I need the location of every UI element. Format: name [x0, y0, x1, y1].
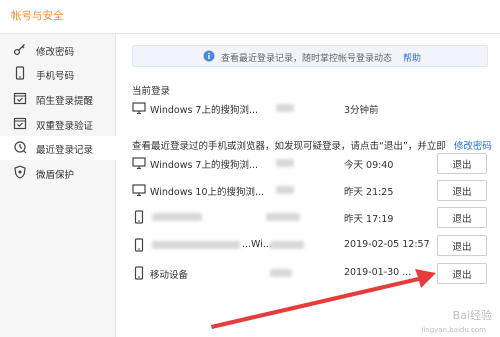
shield-icon — [14, 165, 26, 179]
notice-text: 查看最近登录记录，随时掌控帐号登录动态 — [221, 54, 393, 64]
info-icon — [203, 50, 215, 62]
sidebar-item-recent-logins[interactable]: 最近登录记录 — [0, 136, 116, 160]
login-time: 2019-02-05 12:57 — [344, 239, 430, 250]
sidebar-item-label: 陌生登录提醒 — [36, 96, 94, 107]
table-row: 昨天 17:19 退出 — [130, 207, 490, 229]
history-icon — [14, 141, 27, 154]
logout-button[interactable]: 退出 — [437, 153, 487, 174]
device-name: ...Wi... — [242, 239, 272, 250]
sidebar-item-login-alert[interactable]: 陌生登录提醒 — [0, 87, 116, 111]
table-row: Windows 10上的搜狗浏... 昨天 21:25 退出 — [130, 180, 490, 202]
sidebar-item-phone[interactable]: 手机号码 — [0, 62, 116, 86]
sidebar-item-label: 双重登录验证 — [36, 121, 94, 132]
redacted-location — [276, 159, 294, 167]
device-name: Windows 10上的搜狗浏... — [150, 187, 265, 198]
logout-button[interactable]: 退出 — [437, 235, 487, 256]
sidebar: 修改密码 手机号码 陌生登录提醒 双重登录验证 最近登录记录 微盾保护 — [0, 34, 116, 337]
mobile-icon — [134, 266, 144, 280]
info-notice: 查看最近登录记录，随时掌控帐号登录动态 帮助 — [132, 45, 488, 67]
history-heading-text: 查看最近登录过的手机或浏览器，如发现可疑登录，请点击“退出”，并立即 — [132, 141, 446, 152]
sidebar-item-two-factor[interactable]: 双重登录验证 — [0, 112, 116, 136]
redacted-device-name — [152, 213, 202, 221]
login-time: 今天 09:40 — [344, 160, 394, 171]
monitor-icon — [132, 102, 146, 115]
help-link[interactable]: 帮助 — [403, 51, 421, 64]
calendar-check-icon — [13, 92, 27, 105]
mobile-icon — [134, 238, 144, 252]
top-bar: 帐号与安全 — [0, 0, 500, 34]
table-row: Windows 7上的搜狗浏... 今天 09:40 退出 — [130, 153, 490, 175]
redacted-location — [266, 213, 300, 221]
sidebar-item-label: 修改密码 — [36, 47, 75, 58]
key-icon — [13, 44, 25, 56]
current-login-heading: 当前登录 — [132, 86, 171, 97]
logout-button[interactable]: 退出 — [437, 263, 487, 284]
login-time: 3分钟前 — [344, 105, 379, 116]
redacted-location — [276, 186, 294, 194]
device-name: Windows 7上的搜狗浏... — [150, 105, 259, 116]
table-row: ...Wi... 2019-02-05 12:57 退出 — [130, 235, 490, 257]
watermark-logo: Bai经验 — [452, 309, 492, 322]
redacted-device-name — [152, 241, 240, 249]
sidebar-item-shield-protection[interactable]: 微盾保护 — [0, 161, 116, 185]
logout-button[interactable]: 退出 — [437, 207, 487, 228]
table-row: 移动设备 2019-01-30 ... 退出 — [130, 263, 490, 285]
login-time: 2019-01-30 ... — [344, 267, 412, 278]
watermark-url: jingyan.baidu.com — [421, 326, 486, 334]
history-heading: 查看最近登录过的手机或浏览器，如发现可疑登录，请点击“退出”，并立即 修改密码 — [132, 138, 492, 152]
mobile-icon — [134, 210, 144, 224]
redacted-location — [270, 269, 292, 277]
device-name: Windows 7上的搜狗浏... — [150, 160, 259, 171]
sidebar-item-label: 微盾保护 — [36, 170, 75, 181]
logout-button[interactable]: 退出 — [437, 180, 487, 201]
device-name: 移动设备 — [150, 270, 189, 281]
phone-icon — [15, 66, 25, 80]
sidebar-item-label: 最近登录记录 — [36, 145, 94, 156]
redacted-location — [276, 104, 294, 112]
monitor-icon — [132, 184, 146, 197]
redacted-location — [270, 241, 304, 249]
sidebar-item-change-password[interactable]: 修改密码 — [0, 38, 116, 62]
calendar-check-icon — [13, 117, 27, 130]
monitor-icon — [132, 157, 146, 170]
page-title: 帐号与安全 — [11, 10, 64, 22]
change-password-link[interactable]: 修改密码 — [454, 141, 492, 152]
sidebar-item-label: 手机号码 — [36, 71, 75, 82]
current-login-row: Windows 7上的搜狗浏... 3分钟前 — [130, 98, 490, 120]
login-time: 昨天 17:19 — [344, 214, 394, 225]
login-time: 昨天 21:25 — [344, 187, 394, 198]
